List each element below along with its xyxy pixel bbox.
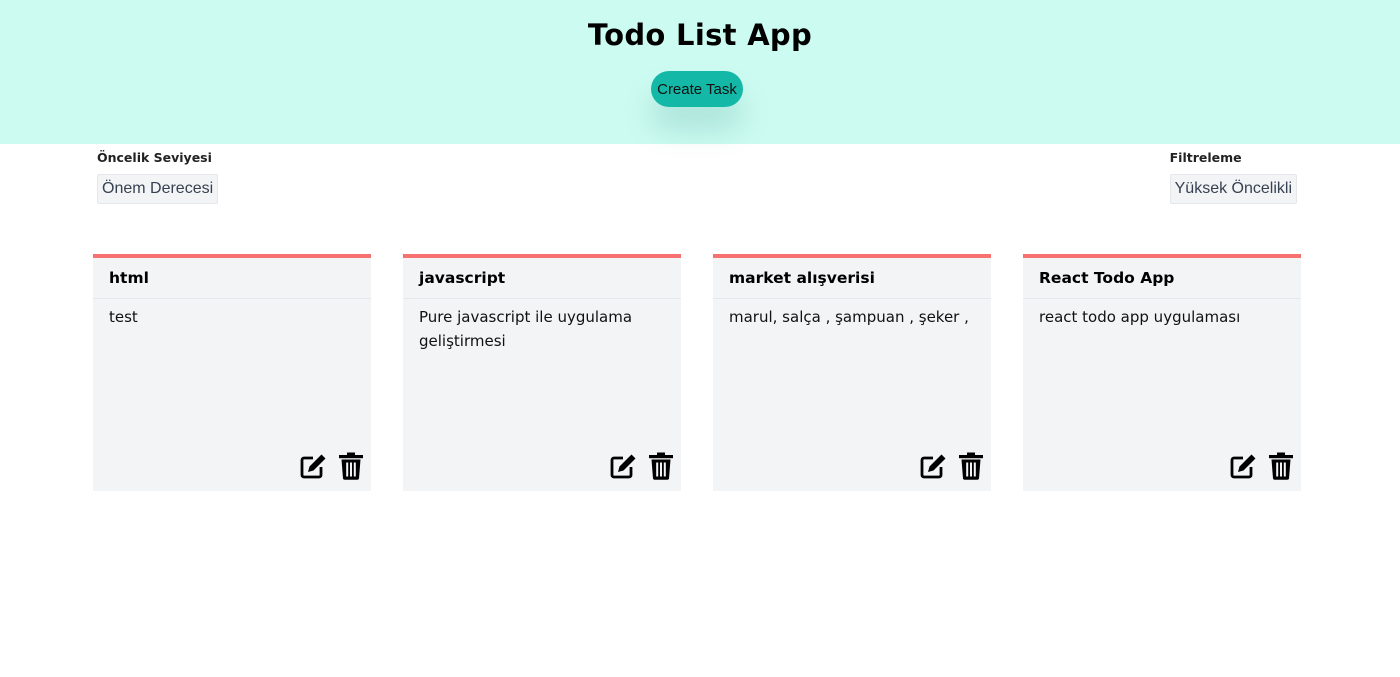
filter-control: Filtreleme Yüksek Öncelikli	[1169, 150, 1297, 204]
task-title: React Todo App	[1023, 258, 1301, 299]
task-card: html test	[93, 254, 371, 491]
task-card: market alışverisi marul, salça , şampuan…	[713, 254, 991, 491]
app-title: Todo List App	[587, 18, 813, 52]
header: Todo List App Create Task	[0, 0, 1400, 144]
task-card: javascript Pure javascript ile uygulama …	[403, 254, 681, 491]
task-title: javascript	[403, 258, 681, 299]
trash-icon[interactable]	[1267, 452, 1295, 480]
task-actions	[1229, 452, 1295, 480]
trash-icon[interactable]	[337, 452, 365, 480]
task-description: marul, salça , şampuan , şeker ,	[729, 308, 969, 326]
edit-icon[interactable]	[609, 452, 637, 480]
priority-control: Öncelik Seviyesi Önem Derecesi	[97, 150, 219, 204]
edit-icon[interactable]	[1229, 452, 1257, 480]
filter-label: Filtreleme	[1169, 150, 1242, 165]
task-card: React Todo App react todo app uygulaması	[1023, 254, 1301, 491]
task-title: market alışverisi	[713, 258, 991, 299]
task-actions	[919, 452, 985, 480]
filter-select[interactable]: Yüksek Öncelikli	[1169, 174, 1297, 204]
task-description: Pure javascript ile uygulama geliştirmes…	[419, 308, 633, 350]
edit-icon[interactable]	[919, 452, 947, 480]
trash-icon[interactable]	[647, 452, 675, 480]
task-actions	[609, 452, 675, 480]
task-description: react todo app uygulaması	[1039, 308, 1241, 326]
trash-icon[interactable]	[957, 452, 985, 480]
priority-label: Öncelik Seviyesi	[97, 150, 212, 165]
task-description: test	[109, 308, 138, 326]
task-list: html test javascript Pure javascript ile…	[93, 254, 1301, 491]
edit-icon[interactable]	[299, 452, 327, 480]
priority-select[interactable]: Önem Derecesi	[97, 174, 219, 204]
create-task-button[interactable]: Create Task	[651, 71, 743, 107]
task-title: html	[93, 258, 371, 299]
task-actions	[299, 452, 365, 480]
